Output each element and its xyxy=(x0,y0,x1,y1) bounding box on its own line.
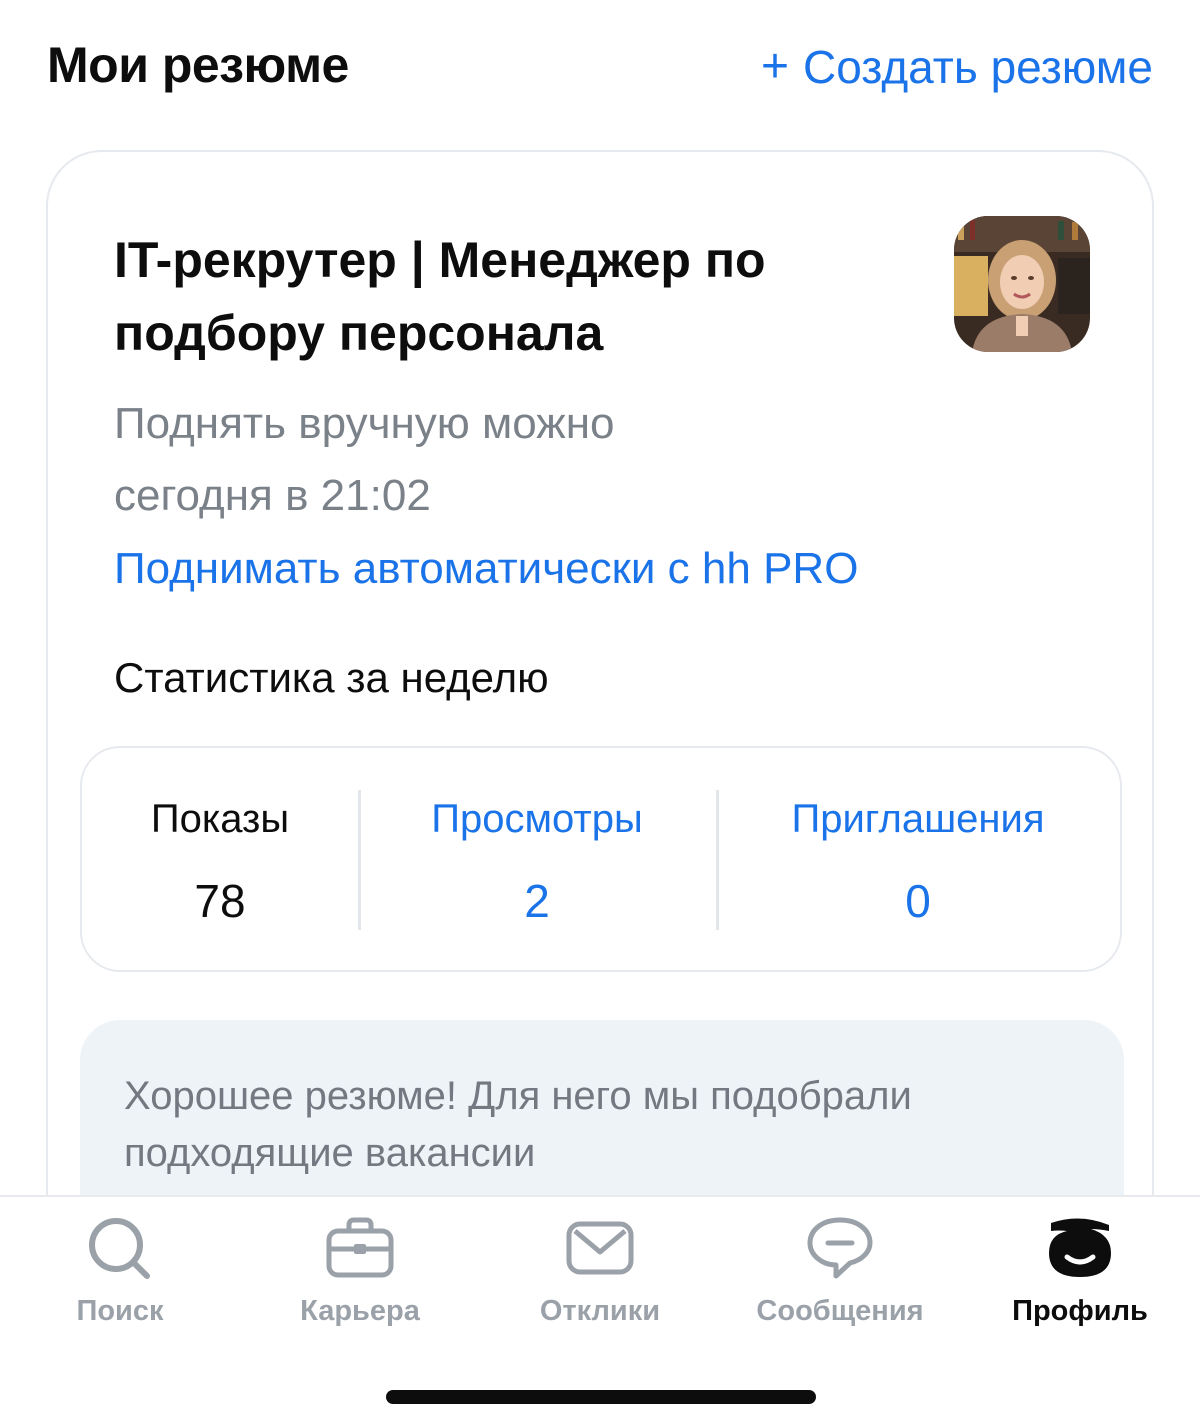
create-resume-label: Создать резюме xyxy=(802,41,1153,93)
create-resume-button[interactable]: + Создать резюме xyxy=(761,40,1153,94)
lift-note-line-2: сегодня в 21:02 xyxy=(114,471,431,520)
avatar xyxy=(954,216,1090,352)
stat-impressions: Показы 78 xyxy=(82,748,358,970)
recommended-vacancies-text: Хорошее резюме! Для него мы подобрали по… xyxy=(124,1074,912,1175)
stat-views-value: 2 xyxy=(524,875,550,927)
stat-invitations-label: Приглашения xyxy=(791,797,1045,841)
tab-search-label: Поиск xyxy=(76,1295,164,1327)
chat-bubble-icon xyxy=(807,1217,873,1279)
search-icon xyxy=(89,1218,150,1279)
tab-profile-label: Профиль xyxy=(1012,1295,1148,1327)
plus-icon: + xyxy=(760,40,789,93)
tab-career[interactable]: Карьера xyxy=(240,1215,480,1355)
tab-career-label: Карьера xyxy=(300,1295,420,1327)
weekly-stats: Показы 78 Просмотры 2 Приглашения 0 xyxy=(80,746,1122,972)
stat-views-label: Просмотры xyxy=(431,797,643,841)
tab-responses[interactable]: Отклики xyxy=(480,1215,720,1355)
tab-messages-label: Сообщения xyxy=(756,1295,924,1327)
resume-list-screen: Мои резюме + Создать резюме IT-рекрутер … xyxy=(0,0,1200,1427)
tab-profile[interactable]: Профиль xyxy=(960,1215,1200,1355)
stats-heading: Статистика за неделю xyxy=(114,654,549,701)
resume-title[interactable]: IT-рекрутер | Менеджер по подбору персон… xyxy=(114,224,854,370)
lift-note-line-1: Поднять вручную можно xyxy=(114,399,615,448)
tab-search[interactable]: Поиск xyxy=(0,1215,240,1355)
stat-impressions-label: Показы xyxy=(150,797,290,841)
header: Мои резюме + Создать резюме xyxy=(0,0,1200,140)
resume-card[interactable]: IT-рекрутер | Менеджер по подбору персон… xyxy=(46,150,1154,1270)
stat-invitations-value: 0 xyxy=(905,875,931,927)
page-title: Мои резюме xyxy=(47,37,349,93)
envelope-icon xyxy=(566,1221,634,1275)
stat-impressions-value: 78 xyxy=(194,875,246,927)
stat-views[interactable]: Просмотры 2 xyxy=(358,748,716,970)
hh-pro-auto-lift-link[interactable]: Поднимать автоматически с hh PRO xyxy=(114,544,858,594)
home-indicator xyxy=(386,1390,816,1404)
tab-messages[interactable]: Сообщения xyxy=(720,1215,960,1355)
tab-responses-label: Отклики xyxy=(539,1295,661,1327)
briefcase-icon xyxy=(326,1217,394,1278)
stat-invitations[interactable]: Приглашения 0 xyxy=(716,748,1120,970)
lift-availability-note: Поднять вручную можно сегодня в 21:02 xyxy=(114,388,814,532)
hh-profile-icon xyxy=(1049,1218,1111,1277)
